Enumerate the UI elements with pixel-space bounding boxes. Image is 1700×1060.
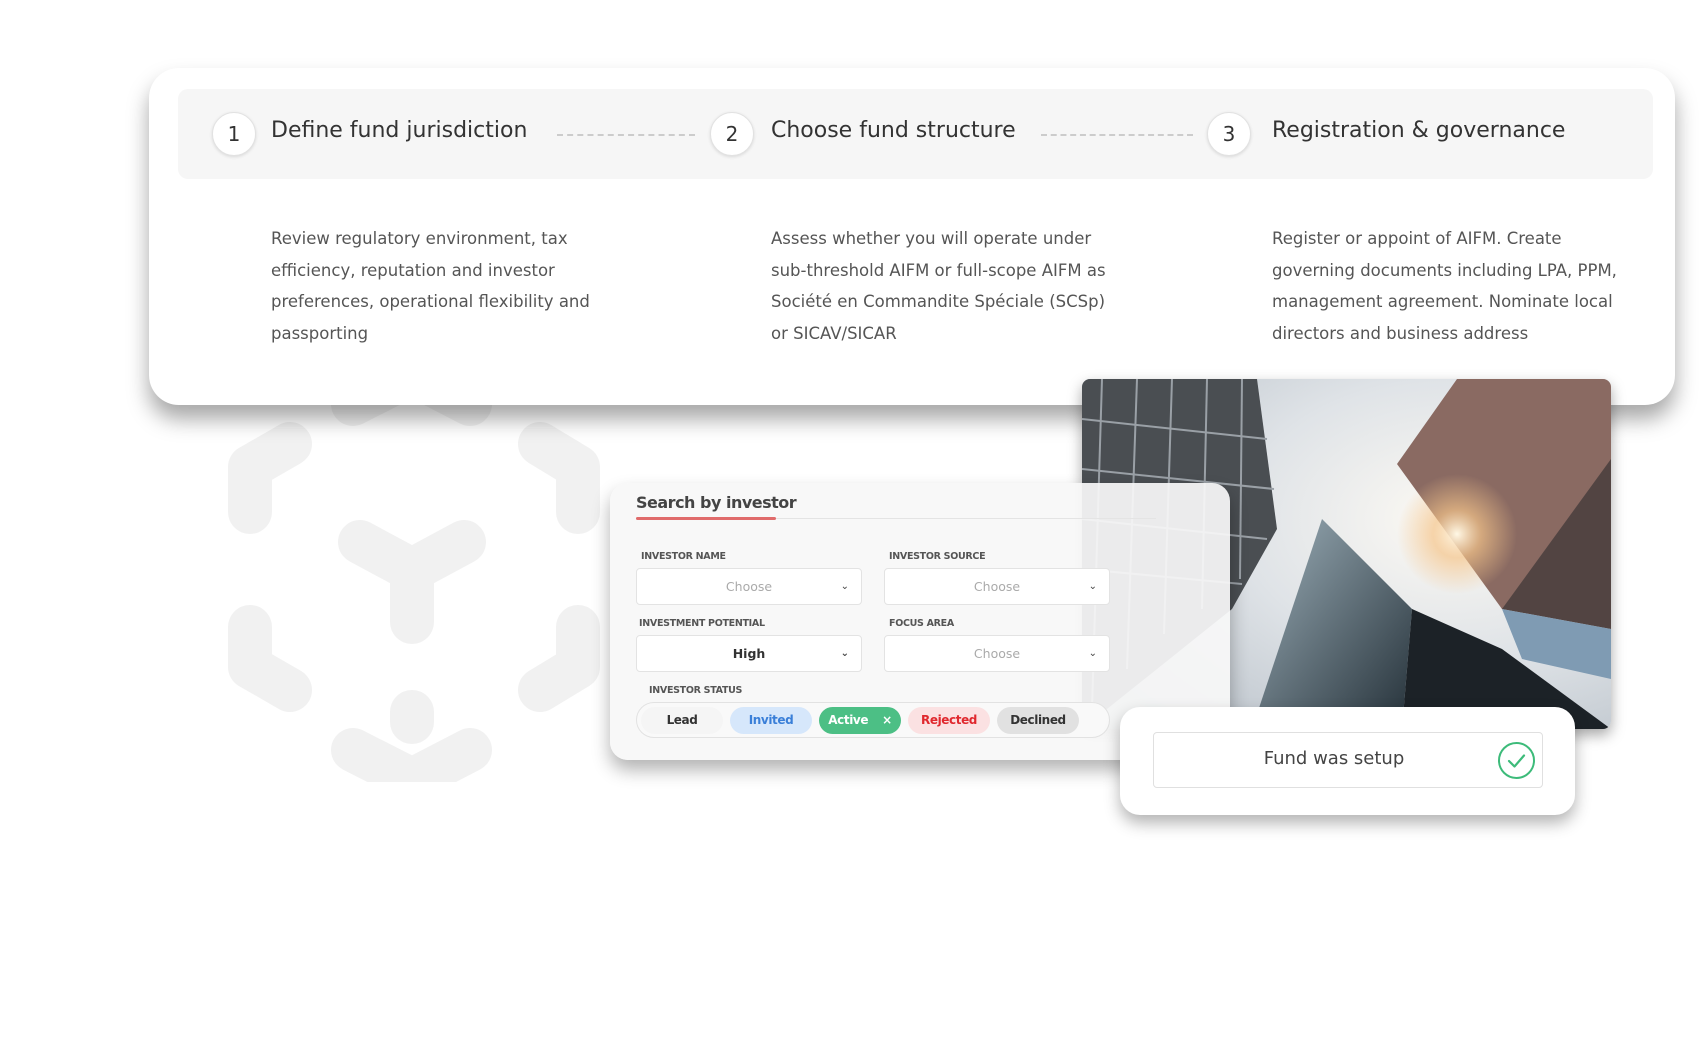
- step-3-number: 3: [1207, 112, 1251, 156]
- fund-setup-notification: Fund was setup: [1120, 707, 1575, 815]
- step-2-number: 2: [710, 112, 754, 156]
- step-3-description: Register or appoint of AIFM. Create gove…: [1272, 229, 1617, 343]
- notification-text: Fund was setup: [1263, 748, 1405, 769]
- status-rejected[interactable]: Rejected: [908, 706, 990, 734]
- investor-name-label: INVESTOR NAME: [641, 551, 726, 562]
- investor-status-label: INVESTOR STATUS: [649, 685, 743, 696]
- investor-source-label: INVESTOR SOURCE: [889, 551, 986, 562]
- focus-area-label: FOCUS AREA: [889, 618, 954, 629]
- status-active-label: Active: [828, 713, 869, 727]
- status-invited[interactable]: Invited: [730, 706, 812, 734]
- investor-source-select[interactable]: Choose ⌄: [884, 568, 1110, 605]
- step-1-description: Review regulatory environment, tax effic…: [271, 229, 590, 343]
- step-connector: [557, 134, 695, 136]
- step-connector: [1041, 134, 1193, 136]
- chevron-down-icon: ⌄: [1088, 648, 1097, 659]
- focus-area-select[interactable]: Choose ⌄: [884, 635, 1110, 672]
- select-value: Choose: [725, 579, 773, 594]
- chevron-down-icon: ⌄: [1088, 581, 1097, 592]
- investor-status-filter: Lead Invited Active × Rejected Declined: [636, 702, 1110, 738]
- fund-setup-steps-card: 1 Define fund jurisdiction 2 Choose fund…: [149, 68, 1675, 405]
- status-declined[interactable]: Declined: [997, 706, 1079, 734]
- select-value: Choose: [973, 646, 1021, 661]
- select-value: Choose: [973, 579, 1021, 594]
- check-circle-icon: [1498, 742, 1535, 779]
- title-underline: [636, 517, 776, 520]
- investor-name-select[interactable]: Choose ⌄: [636, 568, 862, 605]
- panel-title: Search by investor: [636, 493, 797, 512]
- select-value: High: [732, 646, 766, 661]
- status-active[interactable]: Active ×: [819, 706, 901, 734]
- investment-potential-select[interactable]: High ⌄: [636, 635, 862, 672]
- chevron-down-icon: ⌄: [840, 648, 849, 659]
- background-logo-icon: [228, 372, 600, 782]
- notification-box: Fund was setup: [1153, 732, 1543, 788]
- chevron-down-icon: ⌄: [840, 581, 849, 592]
- step-3-title: Registration & governance: [1272, 118, 1566, 143]
- step-1-number: 1: [212, 112, 256, 156]
- remove-icon[interactable]: ×: [882, 713, 892, 727]
- status-lead[interactable]: Lead: [641, 706, 723, 734]
- step-1-title: Define fund jurisdiction: [271, 118, 528, 143]
- step-2-description: Assess whether you will operate under su…: [771, 229, 1106, 343]
- step-2-title: Choose fund structure: [771, 118, 1016, 143]
- investment-potential-label: INVESTMENT POTENTIAL: [639, 618, 765, 629]
